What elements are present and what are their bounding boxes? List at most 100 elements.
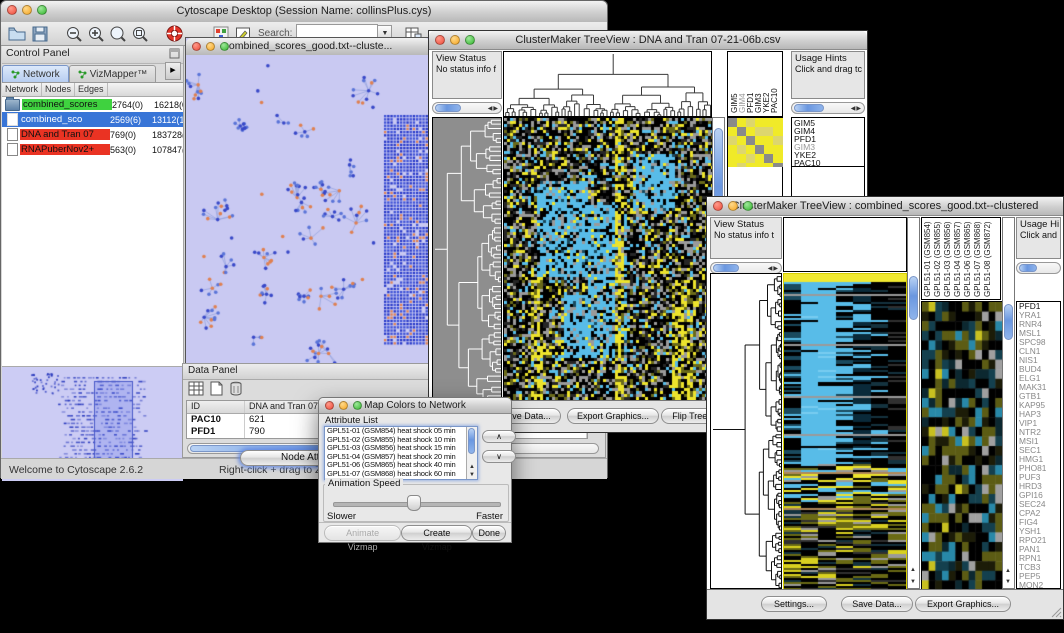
zoom-button[interactable] (220, 42, 229, 51)
minimize-button[interactable] (22, 5, 32, 15)
column-label[interactable]: GPL51-02 (GSM855) (933, 219, 943, 297)
column-label[interactable]: GPL51-06 (GSM865) (963, 219, 973, 297)
column-label[interactable]: PAC10 (770, 53, 778, 113)
column-dendrogram[interactable] (503, 51, 712, 117)
close-button[interactable] (325, 401, 334, 410)
zoom-column-labels: GIM5GIM4PFD1GIM3YKE2PAC10 (727, 51, 783, 117)
network-table-row[interactable]: combined_scores 2764(0) 16218(0) (2, 97, 183, 112)
treeview2-titlebar[interactable]: ClusterMaker TreeView : combined_scores_… (707, 197, 1063, 216)
close-button[interactable] (713, 201, 723, 211)
open-folder-icon[interactable] (7, 25, 27, 43)
desktop: { "colors": { "selection_blue": "#3875d7… (0, 0, 1064, 633)
column-label[interactable]: GPL51-08 (GSM872) (983, 219, 993, 297)
view-status-panel: View Status No status info f (432, 51, 502, 99)
zoom-button[interactable] (37, 5, 47, 15)
help-lifering-icon[interactable] (165, 24, 184, 43)
minimize-button[interactable] (450, 35, 460, 45)
new-attribute-icon[interactable] (210, 381, 223, 396)
network-list-empty-area (2, 280, 183, 367)
gene-label[interactable]: MON2 (1019, 581, 1060, 589)
column-label[interactable]: YKE2 (762, 53, 770, 113)
network-table: combined_scores 2764(0) 16218(0) combine… (2, 97, 183, 280)
close-button[interactable] (435, 35, 445, 45)
treeview2-window: ClusterMaker TreeView : combined_scores_… (706, 196, 1064, 620)
move-up-button[interactable]: ∧ (482, 430, 516, 443)
global-heatmap[interactable] (783, 273, 907, 591)
control-panel-tab[interactable]: VizMapper™ (69, 65, 157, 82)
zoom-button[interactable] (465, 35, 475, 45)
network-table-row[interactable]: RNAPuberNov2+ 563(0) 107847(0) (2, 142, 183, 157)
network-table-header-cell[interactable]: Nodes (42, 83, 75, 96)
move-down-button[interactable]: ∨ (482, 450, 516, 463)
table-grid-icon[interactable] (188, 381, 204, 396)
treeview2-button-panel: Settings... Save Data...Export Graphics..… (707, 589, 1063, 619)
network-table-row[interactable]: DNA and Tran 07 769(0) 183728(0) (2, 127, 183, 142)
column-label[interactable]: PFD1 (746, 53, 754, 113)
zoom-out-icon[interactable] (65, 25, 83, 43)
dialog-button[interactable]: Create Vizmap (401, 525, 472, 541)
column-label[interactable]: GPL51-04 (GSM857) (953, 219, 963, 297)
dialog-button[interactable]: Done (472, 525, 506, 541)
network-table-row[interactable]: combined_sco 2569(6) 13112(15) (2, 112, 183, 127)
column-label[interactable]: GIM4 (738, 53, 746, 113)
dialog-titlebar[interactable]: Map Colors to Network (319, 398, 511, 414)
float-panel-icon[interactable] (169, 48, 180, 59)
treeview-button[interactable]: Settings... (761, 596, 827, 612)
tab-overflow-button[interactable]: ▶ (165, 62, 181, 80)
dialog-button[interactable]: Animate Vizmap (324, 525, 401, 541)
speed-slider-thumb[interactable] (407, 495, 421, 511)
network-name: DNA and Tran 07 (20, 129, 110, 140)
status-welcome: Welcome to Cytoscape 2.6.2 (9, 464, 143, 476)
minimize-button[interactable] (728, 201, 738, 211)
control-panel-tab[interactable]: Network (2, 65, 69, 82)
heatmap-vscrollbar[interactable]: ▲ ▼ (907, 217, 920, 589)
treeview1-titlebar[interactable]: ClusterMaker TreeView : DNA and Tran 07-… (429, 31, 867, 50)
genelist-vscrollbar[interactable]: ▲ ▼ (1002, 217, 1015, 589)
row-label[interactable]: PAC10 (794, 159, 864, 167)
treeview-button[interactable]: Save Data... (841, 596, 913, 612)
view-status-title: View Status (714, 219, 778, 230)
id-column-header[interactable]: ID (187, 401, 245, 413)
treeview-button[interactable]: Export Graphics... (915, 596, 1011, 612)
resize-grip[interactable] (1050, 606, 1062, 618)
zoom-heatmap-matrix[interactable] (727, 117, 783, 167)
network-table-header-cell[interactable]: Edges (75, 83, 108, 96)
dialog-title: Map Colors to Network (364, 400, 466, 411)
zoom-selected-icon[interactable] (131, 25, 149, 43)
minimize-button[interactable] (206, 42, 215, 51)
save-icon[interactable] (31, 25, 49, 43)
row-dendrogram[interactable] (710, 273, 782, 589)
view-status-scrollbar[interactable]: ◀▶ (432, 102, 502, 114)
zoom-button[interactable] (743, 201, 753, 211)
treeview1-title: ClusterMaker TreeView : DNA and Tran 07-… (515, 34, 780, 46)
column-label[interactable]: GPL51-01 (GSM854) (923, 219, 933, 297)
network-view-titlebar[interactable]: combined_scores_good.txt--cluste... (186, 38, 430, 56)
network-nodes-count: 769(0) (110, 130, 152, 140)
zoom-button[interactable] (353, 401, 362, 410)
network-icon (5, 99, 20, 111)
column-label[interactable]: GIM3 (754, 53, 762, 113)
network-table-header-cell[interactable]: Network (2, 83, 42, 96)
treeview-button[interactable]: Export Graphics... (567, 408, 659, 424)
row-dendrogram[interactable] (432, 117, 502, 402)
attribute-list-scrollbar[interactable]: ▲ ▼ (466, 427, 477, 479)
delete-trash-icon[interactable] (229, 381, 243, 396)
close-button[interactable] (7, 5, 17, 15)
network-canvas[interactable] (186, 55, 430, 364)
minimize-button[interactable] (339, 401, 348, 410)
main-titlebar[interactable]: Cytoscape Desktop (Session Name: collins… (1, 1, 607, 23)
close-button[interactable] (192, 42, 201, 51)
zoom-heatmap[interactable] (921, 301, 1003, 591)
column-label[interactable]: GIM5 (730, 53, 738, 113)
usage-hints-info: Click and drag tc (795, 64, 861, 75)
usage-hints-scrollbar[interactable] (1016, 262, 1061, 274)
zoom-fit-icon[interactable] (109, 25, 127, 43)
usage-hints-panel: Usage Hints Click and drag tc (791, 51, 865, 99)
global-heatmap[interactable] (503, 117, 713, 404)
attribute-list-label: Attribute List (325, 415, 378, 426)
column-label[interactable]: GPL51-03 (GSM856) (943, 219, 953, 297)
zoom-in-icon[interactable] (87, 25, 105, 43)
column-label[interactable]: GPL51-07 (GSM868) (973, 219, 983, 297)
animation-speed-label: Animation Speed (325, 478, 403, 489)
usage-hints-scrollbar[interactable]: ◀▶ (791, 102, 865, 114)
